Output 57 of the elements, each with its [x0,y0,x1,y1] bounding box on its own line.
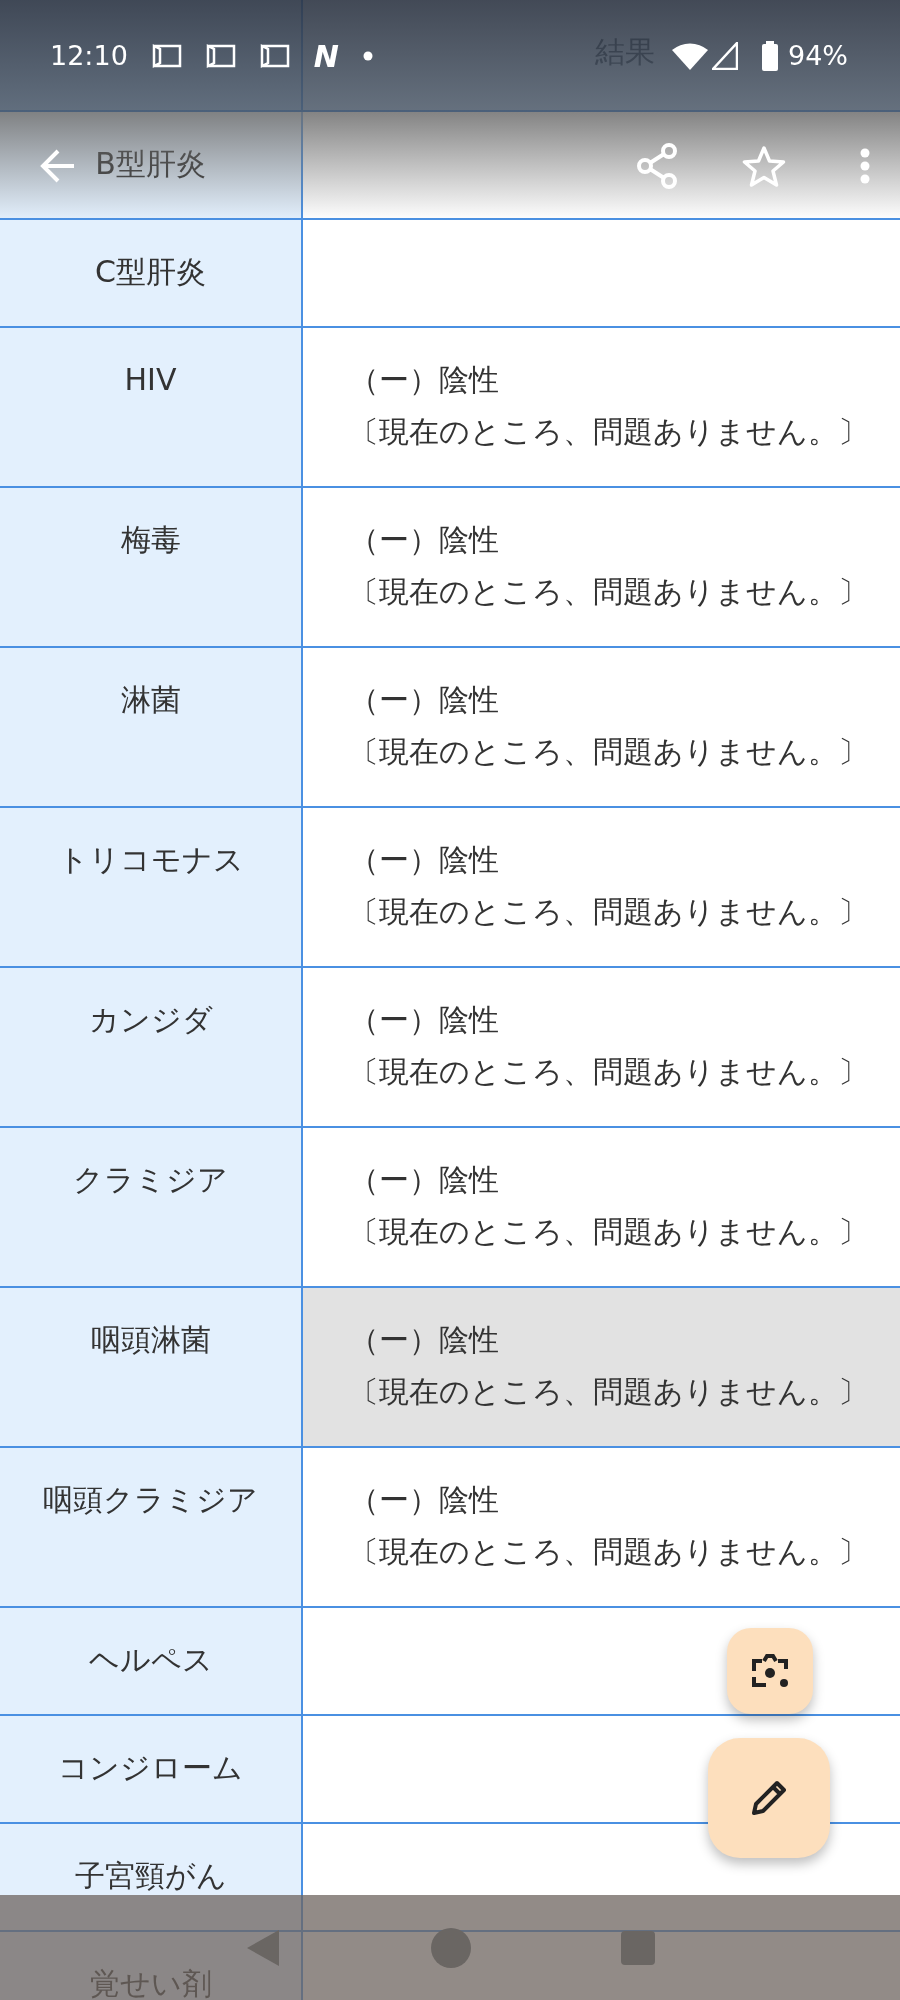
more-icon[interactable] [860,148,870,184]
result-cell[interactable]: （ー）陰性 〔現在のところ、問題ありません。〕 [303,808,900,966]
result-text: 〔現在のところ、問題ありません。〕 [349,733,868,771]
table-cell-text: HIV [124,361,177,399]
camera-lens-icon [750,1653,790,1689]
result-cell[interactable]: （ー）陰性 〔現在のところ、問題ありません。〕 [303,1288,900,1446]
result-text: （ー）陰性 [349,1321,499,1359]
pencil-icon [749,1778,789,1818]
table-cell-text: ヘルペス [88,1641,213,1679]
table-cell-text: クラミジア [73,1161,228,1199]
result-text: 〔現在のところ、問題ありません。〕 [349,1533,868,1571]
result-text: （ー）陰性 [349,681,499,719]
table-cell-text: 咽頭クラミジア [43,1481,258,1519]
result-text: 〔現在のところ、問題ありません。〕 [349,893,868,931]
result-text: （ー）陰性 [349,1161,499,1199]
share-icon[interactable] [636,143,678,189]
app-notification: N [313,37,339,76]
wifi-icon [672,42,708,70]
battery-percent: 94% [788,38,848,73]
star-icon[interactable] [742,145,786,187]
result-text: （ー）陰性 [349,361,499,399]
result-text: （ー）陰性 [349,841,499,879]
edit-button[interactable] [708,1738,830,1858]
result-cell[interactable]: （ー）陰性 〔現在のところ、問題ありません。〕 [303,328,900,486]
battery-icon [762,41,778,71]
table-cell-text: 咽頭淋菌 [90,1321,211,1359]
table-cell-text: カンジダ [88,1001,213,1039]
dot-icon [362,51,373,61]
result-cell[interactable]: （ー）陰性 〔現在のところ、問題ありません。〕 [303,648,900,806]
table-cell-text: 淋菌 [120,681,181,719]
table-cell-text: B型肝炎 [95,145,206,183]
result-text: 〔現在のところ、問題ありません。〕 [349,1053,868,1091]
table-cell-text: トリコモナス [57,841,244,879]
result-text: 〔現在のところ、問題ありません。〕 [349,413,868,451]
notification-icon [205,43,236,69]
result-cell[interactable]: （ー）陰性 〔現在のところ、問題ありません。〕 [303,488,900,646]
result-cell[interactable]: （ー）陰性 〔現在のところ、問題ありません。〕 [303,1448,900,1606]
notification-icon [259,43,290,69]
result-text: （ー）陰性 [349,1481,499,1519]
result-text: 〔現在のところ、問題ありません。〕 [349,1213,868,1251]
back-icon[interactable] [245,1927,281,1968]
status-time: 12:10 [50,38,128,73]
result-text: （ー）陰性 [349,1001,499,1039]
result-text: 〔現在のところ、問題ありません。〕 [349,573,868,611]
result-text: 〔現在のところ、問題ありません。〕 [349,1373,868,1411]
notification-icon [151,43,182,69]
table-cell-text: 梅毒 [120,521,181,559]
result-cell[interactable]: （ー）陰性 〔現在のところ、問題ありません。〕 [303,968,900,1126]
signal-icon [712,42,738,70]
table-cell-text: コンジローム [58,1749,243,1787]
result-cell[interactable]: （ー）陰性 〔現在のところ、問題ありません。〕 [303,1128,900,1286]
table-cell-text: 子宮頸がん [74,1857,227,1895]
back-icon[interactable] [40,148,76,184]
table-cell-text: C型肝炎 [95,253,206,291]
home-icon[interactable] [431,1927,471,1968]
lens-button[interactable] [727,1628,813,1714]
result-text: （ー）陰性 [349,521,499,559]
